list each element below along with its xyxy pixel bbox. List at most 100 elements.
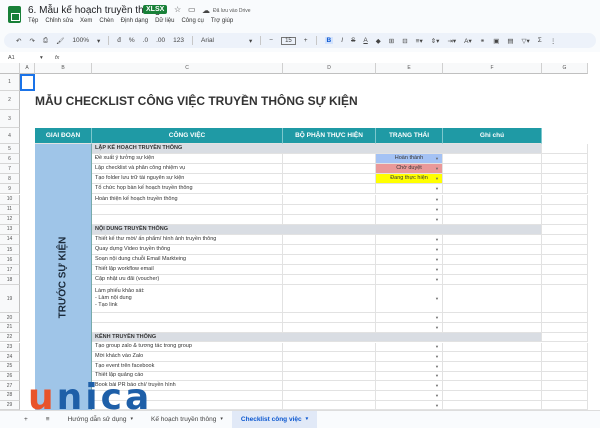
task-cell[interactable]: Làm phiếu khảo sát: - Làm nội dung - Tạo… <box>92 285 283 314</box>
task-cell[interactable]: Tạo folder lưu trữ tài nguyên sự kiện <box>92 174 283 185</box>
row-header[interactable]: 22 <box>0 332 20 343</box>
department-cell[interactable] <box>283 234 376 245</box>
dropdown-arrow-icon[interactable]: ▼ <box>435 382 439 389</box>
empty-cell[interactable] <box>542 285 588 314</box>
sheet-tab[interactable]: Hướng dẫn sử dụng ▾ <box>59 411 142 428</box>
note-cell[interactable] <box>443 255 542 266</box>
dropdown-arrow-icon[interactable]: ▼ <box>435 165 439 172</box>
row-header[interactable]: 5 <box>0 144 20 155</box>
empty-cell[interactable] <box>542 255 588 266</box>
empty-cell[interactable] <box>542 361 588 372</box>
menu-item[interactable]: Dữ liệu <box>155 18 174 24</box>
status-dropdown[interactable]: ▼ <box>376 371 443 382</box>
empty-cell[interactable] <box>542 342 588 353</box>
dropdown-arrow-icon[interactable]: ▼ <box>435 196 439 203</box>
menu-item[interactable]: Công cụ <box>181 18 203 24</box>
status-dropdown[interactable]: ▼ <box>376 234 443 245</box>
section-header[interactable]: KÊNH TRUYỀN THÔNG <box>92 332 542 343</box>
note-cell[interactable] <box>443 245 542 256</box>
italic-icon[interactable]: I <box>341 37 343 44</box>
department-cell[interactable] <box>283 154 376 165</box>
status-dropdown[interactable]: ▼ <box>376 313 443 324</box>
note-cell[interactable] <box>443 323 542 333</box>
task-cell[interactable] <box>92 323 283 333</box>
note-cell[interactable] <box>443 174 542 185</box>
percent-button[interactable]: % <box>129 37 135 44</box>
status-dropdown[interactable]: ▼ <box>376 352 443 362</box>
redo-icon[interactable]: ↷ <box>29 37 34 45</box>
row-header[interactable]: 24 <box>0 352 20 362</box>
column-header[interactable]: E <box>376 63 443 74</box>
font-size-increase-icon[interactable]: + <box>304 37 308 44</box>
note-cell[interactable] <box>443 204 542 215</box>
section-header[interactable]: NỘI DUNG TRUYỀN THÔNG <box>92 224 542 235</box>
department-cell[interactable] <box>283 400 376 410</box>
note-cell[interactable] <box>443 381 542 391</box>
row-header[interactable]: 7 <box>0 164 20 175</box>
dropdown-arrow-icon[interactable]: ▼ <box>435 155 439 162</box>
valign-icon[interactable]: ⇕▾ <box>431 37 440 45</box>
status-dropdown[interactable]: ▼ <box>376 214 443 225</box>
empty-cell[interactable] <box>542 164 588 175</box>
select-all-corner[interactable] <box>0 63 20 74</box>
task-cell[interactable] <box>92 313 283 324</box>
note-cell[interactable] <box>443 313 542 324</box>
task-cell[interactable]: Tổ chức họp bàn kế hoạch truyền thông <box>92 184 283 195</box>
dropdown-arrow-icon[interactable]: ▼ <box>435 402 439 409</box>
department-cell[interactable] <box>283 194 376 205</box>
empty-cell[interactable] <box>542 332 588 343</box>
row-header[interactable]: 1 <box>0 74 20 91</box>
department-cell[interactable] <box>283 265 376 276</box>
menu-item[interactable]: Tệp <box>28 18 38 24</box>
dropdown-arrow-icon[interactable]: ▼ <box>435 372 439 379</box>
row-header[interactable]: 19 <box>0 285 20 314</box>
note-cell[interactable] <box>443 234 542 245</box>
row-header[interactable]: 9 <box>0 184 20 195</box>
dropdown-arrow-icon[interactable]: ▼ <box>435 363 439 370</box>
menu-item[interactable]: Xem <box>80 18 92 24</box>
dropdown-arrow-icon[interactable]: ▼ <box>435 343 439 350</box>
menu-item[interactable]: Chỉnh sửa <box>45 18 73 24</box>
empty-cell[interactable] <box>542 391 588 401</box>
empty-cell[interactable] <box>542 265 588 276</box>
note-cell[interactable] <box>443 342 542 353</box>
status-dropdown[interactable]: ▼ <box>376 245 443 256</box>
task-cell[interactable]: Soạn nội dung chuỗi Email Markteing <box>92 255 283 266</box>
sheets-logo-icon[interactable] <box>8 6 21 23</box>
row-header[interactable]: 16 <box>0 255 20 266</box>
row-header[interactable]: 29 <box>0 400 20 410</box>
dropdown-arrow-icon[interactable]: ▼ <box>435 314 439 321</box>
department-cell[interactable] <box>283 391 376 401</box>
task-cell[interactable] <box>92 204 283 215</box>
undo-icon[interactable]: ↶ <box>16 37 21 45</box>
department-cell[interactable] <box>283 164 376 175</box>
empty-cell[interactable] <box>542 144 588 155</box>
all-sheets-icon[interactable]: ≡ <box>37 411 59 428</box>
more-icon[interactable]: ⋮ <box>550 37 557 45</box>
strikethrough-icon[interactable]: S <box>351 37 355 44</box>
department-cell[interactable] <box>283 342 376 353</box>
status-dropdown[interactable]: ▼ <box>376 194 443 205</box>
note-cell[interactable] <box>443 371 542 382</box>
empty-cell[interactable] <box>542 184 588 195</box>
note-cell[interactable] <box>443 214 542 225</box>
row-header[interactable]: 17 <box>0 265 20 276</box>
department-cell[interactable] <box>283 245 376 256</box>
department-cell[interactable] <box>283 371 376 382</box>
empty-cell[interactable] <box>542 234 588 245</box>
dropdown-arrow-icon[interactable]: ▼ <box>435 206 439 213</box>
note-cell[interactable] <box>443 154 542 165</box>
status-dropdown[interactable]: ▼ <box>376 381 443 391</box>
status-dropdown[interactable]: Đang thực hiện ▼ <box>376 174 443 185</box>
note-cell[interactable] <box>443 285 542 314</box>
dropdown-arrow-icon[interactable]: ▼ <box>435 246 439 253</box>
status-dropdown[interactable]: ▼ <box>376 184 443 195</box>
column-header[interactable]: D <box>283 63 376 74</box>
note-cell[interactable] <box>443 400 542 410</box>
empty-cell[interactable] <box>542 352 588 362</box>
row-header[interactable]: 3 <box>0 110 20 128</box>
cloud-icon[interactable]: ☁ <box>202 6 210 15</box>
column-header[interactable]: A <box>20 63 35 74</box>
number-format-button[interactable]: 123 <box>173 37 184 44</box>
status-dropdown[interactable]: ▼ <box>376 285 443 314</box>
